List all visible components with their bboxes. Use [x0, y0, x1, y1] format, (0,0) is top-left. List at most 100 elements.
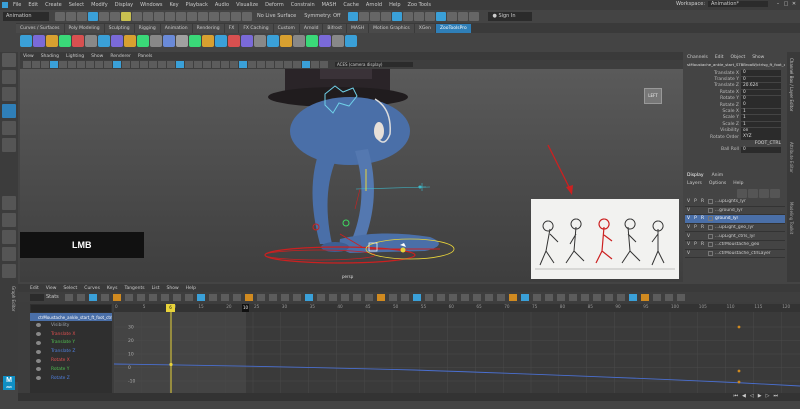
graph-tool-20-icon[interactable]	[304, 293, 313, 301]
graph-tool-41-icon[interactable]	[556, 293, 565, 301]
live-surface-field[interactable]: No Live Surface	[257, 13, 296, 19]
viewport-tool-9-icon[interactable]	[104, 61, 112, 68]
graph-tool-17-icon[interactable]	[268, 293, 277, 301]
outliner-attr-translate-z[interactable]: Translate Z	[30, 347, 112, 356]
viewport-tool-27-icon[interactable]	[266, 61, 274, 68]
workspace-selector[interactable]: Workspace: Animation*	[676, 1, 768, 7]
layer-r-toggle[interactable]: R	[699, 199, 706, 204]
layer-color-swatch[interactable]	[708, 233, 713, 239]
graph-menu-show[interactable]: Show	[167, 286, 179, 291]
ball-roll-value[interactable]: 0	[741, 147, 781, 153]
menu-zoo-tools[interactable]: Zoo Tools	[408, 2, 431, 8]
menu-mash[interactable]: MASH	[322, 2, 337, 8]
graph-tool-1-icon[interactable]	[76, 293, 85, 301]
layout-icon[interactable]	[2, 230, 16, 244]
shelf-tool-2-icon[interactable]	[46, 35, 58, 47]
graph-tool-49-icon[interactable]	[652, 293, 661, 301]
shelf-tool-25-icon[interactable]	[345, 35, 357, 47]
menu-help[interactable]: Help	[389, 2, 400, 8]
outliner-attr-rotate-z[interactable]: Rotate Z	[30, 374, 112, 383]
graph-tool-0-icon[interactable]	[64, 293, 73, 301]
minimize-icon[interactable]: –	[774, 1, 782, 7]
graph-tool-42-icon[interactable]	[568, 293, 577, 301]
shelf-tool-15-icon[interactable]	[215, 35, 227, 47]
workspace-dropdown[interactable]: Animation*	[708, 1, 768, 7]
graph-tool-23-icon[interactable]	[340, 293, 349, 301]
render-tool-5-icon[interactable]	[403, 11, 414, 21]
channel-value[interactable]: on	[741, 127, 781, 134]
menu-modify[interactable]: Modify	[91, 2, 108, 8]
graph-tool-7-icon[interactable]	[148, 293, 157, 301]
play-forward-icon[interactable]: ▶	[758, 393, 762, 399]
graph-tool-26-icon[interactable]	[376, 293, 385, 301]
layer-r-toggle[interactable]: R	[699, 225, 706, 230]
graph-tool-48-icon[interactable]	[640, 293, 649, 301]
graph-tool-33-icon[interactable]	[460, 293, 469, 301]
shelf-tool-20-icon[interactable]	[280, 35, 292, 47]
four-view-icon[interactable]	[2, 213, 16, 227]
graph-tool-43-icon[interactable]	[580, 293, 589, 301]
menu-arnold[interactable]: Arnold	[366, 2, 382, 8]
layer-row[interactable]: V P R ...ctrMoustache_geo	[685, 241, 785, 250]
viewport-tool-30-icon[interactable]	[293, 61, 301, 68]
viewport-tool-32-icon[interactable]	[311, 61, 319, 68]
graph-tool-13-icon[interactable]	[220, 293, 229, 301]
graph-tool-38-icon[interactable]	[520, 293, 529, 301]
render-tool-9-icon[interactable]	[447, 11, 458, 21]
current-frame-marker[interactable]: 6	[166, 304, 175, 312]
shelf-tool-11-icon[interactable]	[163, 35, 175, 47]
graph-tool-11-icon[interactable]	[196, 293, 205, 301]
shelf-tool-5-icon[interactable]	[85, 35, 97, 47]
status-tool-17-icon[interactable]	[242, 11, 252, 21]
outliner-search[interactable]	[31, 305, 111, 312]
graph-menu-list[interactable]: List	[152, 286, 160, 291]
graph-menu-edit[interactable]: Edit	[30, 286, 39, 291]
maya-app-icon[interactable]: M 2020	[3, 376, 15, 390]
shelf-tool-16-icon[interactable]	[228, 35, 240, 47]
viewport-tool-0-icon[interactable]	[23, 61, 31, 68]
outliner-layout-icon[interactable]	[2, 247, 16, 261]
channel-value[interactable]: 1	[741, 115, 781, 121]
shelf-tool-3-icon[interactable]	[59, 35, 71, 47]
layer-p-toggle[interactable]: P	[692, 242, 699, 247]
channel-menu-edit[interactable]: Edit	[715, 55, 724, 60]
shelf-tool-9-icon[interactable]	[137, 35, 149, 47]
status-tool-2-icon[interactable]	[77, 11, 87, 21]
layer-v-toggle[interactable]: V	[685, 251, 692, 256]
viewport-tool-7-icon[interactable]	[86, 61, 94, 68]
graph-tool-28-icon[interactable]	[400, 293, 409, 301]
maya-menu-icon[interactable]	[2, 2, 8, 8]
graph-tool-37-icon[interactable]	[508, 293, 517, 301]
keyframe[interactable]	[737, 380, 741, 384]
graph-tool-36-icon[interactable]	[496, 293, 505, 301]
graph-menu-help[interactable]: Help	[186, 286, 196, 291]
graph-tool-50-icon[interactable]	[664, 293, 673, 301]
keyframe[interactable]	[169, 362, 173, 367]
close-icon[interactable]: ✕	[790, 1, 798, 7]
rotate-tool-icon[interactable]	[2, 121, 16, 135]
select-tool-icon[interactable]	[2, 53, 16, 67]
layer-row[interactable]: V ...ctrMoustache_ctrlLayer	[685, 250, 785, 259]
new-layer-icon[interactable]	[759, 188, 769, 198]
graph-tool-2-icon[interactable]	[88, 293, 97, 301]
visibility-icon[interactable]	[36, 340, 41, 345]
viewport-tool-16-icon[interactable]	[167, 61, 175, 68]
graph-tool-25-icon[interactable]	[364, 293, 373, 301]
viewport-tool-25-icon[interactable]	[248, 61, 256, 68]
graph-tool-39-icon[interactable]	[532, 293, 541, 301]
channel-value[interactable]: 0	[741, 89, 781, 96]
graph-tool-32-icon[interactable]	[448, 293, 457, 301]
layer-menu-help[interactable]: Help	[733, 181, 743, 186]
graph-tool-16-icon[interactable]	[256, 293, 265, 301]
shelf-tab-bifrost[interactable]: Bifrost	[323, 23, 346, 33]
render-tool-4-icon[interactable]	[392, 11, 403, 21]
layer-color-swatch[interactable]	[708, 225, 713, 231]
go-to-start-icon[interactable]: ⏮	[734, 393, 739, 399]
paint-select-icon[interactable]	[2, 87, 16, 101]
lasso-tool-icon[interactable]	[2, 70, 16, 84]
shelf-tab-curves-surfaces[interactable]: Curves / Surfaces	[16, 23, 64, 33]
viewport-tool-23-icon[interactable]	[230, 61, 238, 68]
graph-tool-40-icon[interactable]	[544, 293, 553, 301]
viewport-menu-panels[interactable]: Panels	[138, 54, 152, 59]
viewport-tool-3-icon[interactable]	[50, 61, 58, 68]
